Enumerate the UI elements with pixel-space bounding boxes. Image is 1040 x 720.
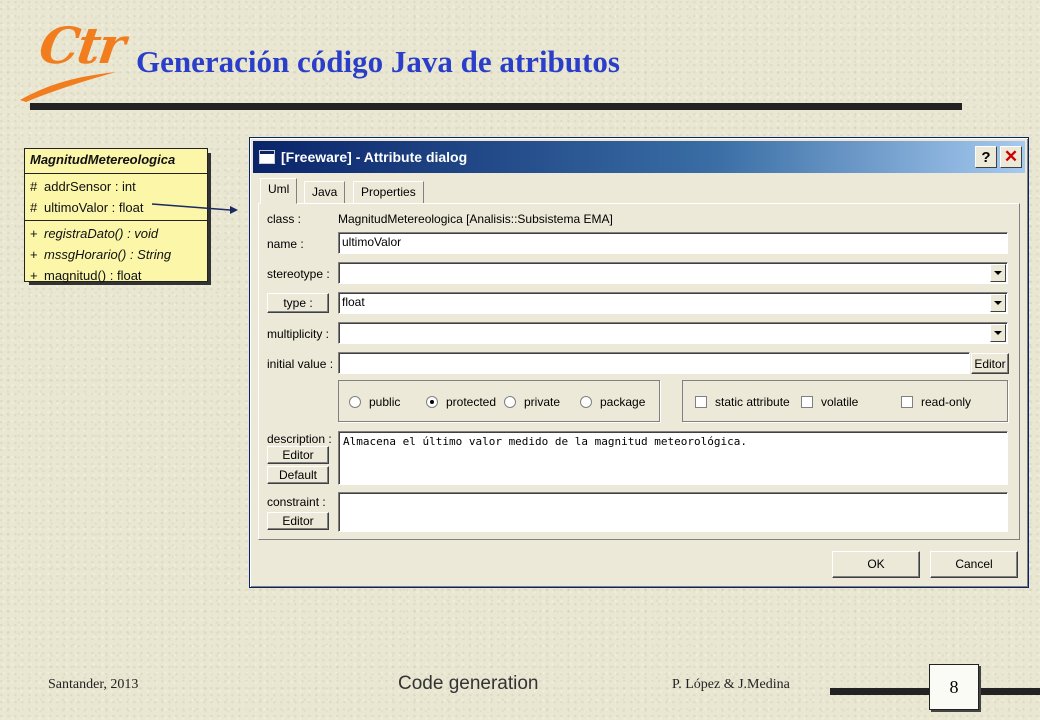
checkbox-read-only-label: read-only — [921, 395, 972, 409]
type-combo[interactable]: float — [338, 292, 1008, 314]
name-label: name : — [267, 237, 304, 251]
radio-public[interactable]: public — [349, 395, 400, 409]
initial-value-input[interactable] — [338, 352, 970, 374]
radio-public-label: public — [369, 395, 401, 409]
radio-package[interactable]: package — [580, 395, 645, 409]
checkbox-read-only-indicator[interactable] — [901, 396, 913, 408]
footer-topic: Code generation — [398, 673, 539, 694]
class-value: MagnitudMetereologica [Analisis::Subsist… — [338, 212, 613, 226]
checkbox-read-only[interactable]: read-only — [901, 395, 971, 409]
footer-authors: P. López & J.Medina — [672, 677, 790, 692]
close-button[interactable]: ✕ — [1000, 146, 1022, 168]
cancel-button[interactable]: Cancel — [930, 551, 1018, 578]
checkbox-volatile-indicator[interactable] — [801, 396, 813, 408]
stereotype-combo[interactable] — [338, 262, 1008, 284]
multiplicity-combo[interactable] — [338, 322, 1008, 344]
attribute-text: ultimoValor : float — [44, 200, 144, 215]
initial-value-label: initial value : — [267, 357, 334, 371]
class-label: class : — [267, 212, 302, 226]
chevron-down-icon[interactable] — [990, 264, 1006, 282]
visibility-marker: + — [30, 226, 38, 241]
multiplicity-label: multiplicity : — [267, 327, 330, 341]
description-default-button[interactable]: Default — [267, 466, 329, 484]
constraint-textarea[interactable] — [338, 492, 1008, 532]
window-icon — [259, 150, 275, 164]
footer-location: Santander, 2013 — [48, 677, 139, 692]
checkbox-volatile[interactable]: volatile — [801, 395, 858, 409]
name-input[interactable]: ultimoValor — [338, 232, 1008, 254]
ok-button[interactable]: OK — [832, 551, 920, 578]
constraint-editor-button[interactable]: Editor — [267, 512, 329, 530]
radio-package-indicator[interactable] — [580, 396, 592, 408]
type-button[interactable]: type : — [267, 293, 329, 313]
description-textarea[interactable]: Almacena el último valor medido de la ma… — [338, 431, 1008, 485]
attribute-text: addrSensor : int — [44, 179, 136, 194]
checkbox-static-attribute[interactable]: static attribute — [695, 395, 790, 409]
help-button[interactable]: ? — [975, 146, 997, 168]
radio-private[interactable]: private — [504, 395, 560, 409]
window-title: [Freeware] - Attribute dialog — [281, 149, 468, 165]
radio-package-label: package — [600, 395, 646, 409]
tab-properties[interactable]: Properties — [353, 181, 424, 203]
uml-operations: + registraDato() : void + mssgHorario() : … — [25, 221, 207, 288]
connector-arrow-icon — [151, 203, 238, 214]
tab-java[interactable]: Java — [304, 181, 346, 203]
constraint-label: constraint : — [267, 495, 326, 509]
operation-text: registraDato() : void — [44, 226, 159, 241]
radio-protected-indicator[interactable] — [426, 396, 438, 408]
description-editor-button[interactable]: Editor — [267, 446, 329, 464]
title-bar[interactable]: [Freeware] - Attribute dialog ? ✕ — [253, 141, 1025, 173]
uml-attribute: # addrSensor : int — [30, 176, 202, 197]
checkbox-static-indicator[interactable] — [695, 396, 707, 408]
uml-operation: + mssgHorario() : String — [30, 244, 202, 265]
description-label: description : — [267, 432, 332, 446]
uml-operation: + magnitud() : float — [30, 265, 202, 286]
page-number: 8 — [929, 664, 979, 710]
uml-class-name: MagnitudMetereologica — [25, 149, 207, 174]
visibility-marker: # — [30, 200, 38, 215]
radio-public-indicator[interactable] — [349, 396, 361, 408]
tab-uml[interactable]: Uml — [260, 178, 298, 204]
attribute-dialog: [Freeware] - Attribute dialog ? ✕ Uml Ja… — [249, 137, 1029, 588]
visibility-marker: + — [30, 247, 38, 262]
title-rule — [30, 103, 962, 110]
chevron-down-icon[interactable] — [990, 324, 1006, 342]
operation-text: magnitud() : float — [44, 268, 142, 283]
type-value: float — [342, 295, 365, 309]
radio-protected[interactable]: protected — [426, 395, 496, 409]
visibility-marker: # — [30, 179, 38, 194]
visibility-marker: + — [30, 268, 38, 283]
operation-text: mssgHorario() : String — [44, 247, 172, 262]
stereotype-label: stereotype : — [267, 267, 330, 281]
initial-value-editor-button[interactable]: Editor — [971, 353, 1009, 374]
radio-protected-label: protected — [446, 395, 497, 409]
uml-operation: + registraDato() : void — [30, 223, 202, 244]
radio-private-label: private — [524, 395, 561, 409]
ctr-logo: Ctr — [18, 10, 127, 102]
checkbox-static-label: static attribute — [715, 395, 790, 409]
logo-swoosh-icon — [20, 72, 116, 102]
slide-title: Generación código Java de atributos — [136, 44, 620, 79]
uml-tab-panel: class : MagnitudMetereologica [Analisis:… — [258, 203, 1020, 540]
checkbox-volatile-label: volatile — [821, 395, 859, 409]
chevron-down-icon[interactable] — [990, 294, 1006, 312]
radio-private-indicator[interactable] — [504, 396, 516, 408]
